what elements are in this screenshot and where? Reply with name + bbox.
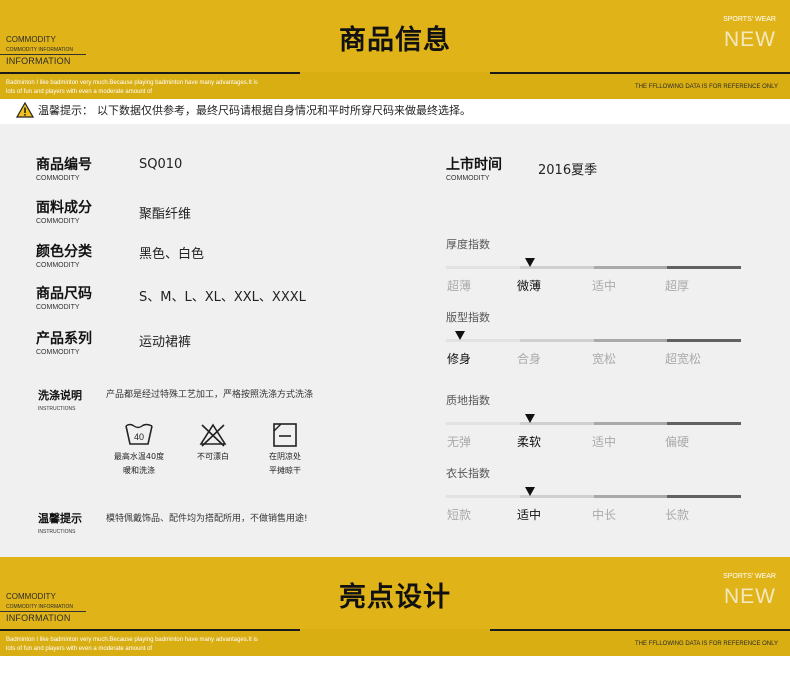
index-marker [525, 487, 535, 496]
index-option: 柔软 [517, 435, 542, 449]
index-option: 宽松 [592, 352, 617, 366]
index-bar-segment [667, 422, 741, 425]
index-marker [525, 414, 535, 423]
index-marker [455, 331, 465, 340]
dry-flat-shade-icon [273, 423, 297, 447]
index-title: 衣长指数 [446, 467, 490, 480]
index-bar-segment [667, 266, 741, 269]
info-label-size: 商品尺码 COMMODITY [36, 286, 92, 311]
info-label-series: 产品系列 COMMODITY [36, 331, 92, 356]
info-label-code: 商品编号 COMMODITY [36, 157, 92, 182]
section-title: 商品信息 [339, 25, 451, 56]
new-label: NEW [724, 585, 776, 608]
index-option: 超厚 [665, 279, 690, 293]
index-option: 适中 [592, 279, 617, 293]
index-bar-segment [667, 495, 741, 498]
warning-icon [16, 102, 34, 118]
index-option: 长款 [665, 508, 690, 522]
info-value-color: 黑色、白色 [139, 247, 205, 262]
index-bar-segment [667, 339, 741, 342]
info-value-material: 聚酯纤维 [139, 207, 192, 222]
index-title: 质地指数 [446, 394, 490, 407]
index-marker [525, 258, 535, 267]
info-label-color: 颜色分类 COMMODITY [36, 244, 92, 269]
tip-text: 模特佩戴饰品、配件均为搭配所用，不做销售用途! [106, 514, 308, 524]
divider [0, 72, 300, 74]
info-value-size: S、M、L、XL、XXL、XXXL [139, 290, 306, 305]
index-title: 厚度指数 [446, 238, 490, 251]
divider [490, 629, 790, 631]
index-bar [446, 495, 741, 498]
index-option: 适中 [592, 435, 617, 449]
index-bar-segment [446, 422, 520, 425]
divider [490, 72, 790, 74]
warning-label: 温馨提示： [38, 104, 93, 117]
index-bar-segment [593, 422, 668, 425]
index-option: 微薄 [517, 279, 542, 293]
info-value-code: SQ010 [139, 157, 183, 172]
banner-description: Badminton I like badminton very much.Bec… [6, 637, 258, 652]
warning-notice: 温馨提示： 以下数据仅供参考，最终尺码请根据自身情况和平时所穿尺码来做最终选择。 [16, 101, 471, 119]
information-label: INFORMATION [6, 613, 71, 623]
wash-item: 不可漂白 [180, 422, 246, 465]
warning-text: 以下数据仅供参考，最终尺码请根据自身情况和平时所穿尺码来做最终选择。 [97, 104, 471, 117]
wash-label: 洗涤说明 INSTRUCTIONS [38, 389, 82, 412]
wash-item: 40 最高水温40度 暖和洗涤 [104, 422, 174, 476]
tip-label: 温馨提示 INSTRUCTIONS [38, 512, 82, 535]
section-title: 亮点设计 [339, 582, 451, 613]
index-bar-segment [593, 266, 668, 269]
wash-temp-number: 40 [134, 432, 144, 442]
index-option: 超薄 [447, 279, 472, 293]
wash-40-icon: 40 [125, 423, 153, 445]
new-label: NEW [724, 28, 776, 51]
info-value-launch: 2016夏季 [538, 163, 598, 178]
index-option: 适中 [517, 508, 542, 522]
info-label-material: 面料成分 COMMODITY [36, 200, 92, 225]
index-bar-segment [593, 495, 668, 498]
index-bar [446, 339, 741, 342]
wash-description: 产品都是经过特殊工艺加工，严格按照洗涤方式洗涤 [106, 390, 314, 400]
index-bar [446, 266, 741, 269]
index-title: 版型指数 [446, 311, 490, 324]
info-value-series: 运动裙裤 [139, 335, 192, 350]
index-option: 无弹 [447, 435, 472, 449]
index-bar-segment [446, 495, 520, 498]
reference-note: THE FFLLOWING DATA IS FOR REFERENCE ONLY [634, 84, 778, 90]
info-label-launch: 上市时间 COMMODITY [446, 157, 502, 182]
product-info-panel: 商品编号 COMMODITY SQ010 面料成分 COMMODITY 聚酯纤维… [0, 124, 790, 557]
index-option: 短款 [447, 508, 472, 522]
wash-item: 在阴凉处 平摊晾干 [252, 422, 318, 476]
no-bleach-icon [199, 423, 227, 447]
reference-note: THE FFLLOWING DATA IS FOR REFERENCE ONLY [634, 641, 778, 647]
divider [0, 629, 300, 631]
index-bar-segment [593, 339, 668, 342]
index-bar-segment [446, 266, 520, 269]
index-option: 超宽松 [665, 352, 702, 366]
sports-wear-label: SPORTS’ WEAR [723, 16, 776, 23]
index-option: 合身 [517, 352, 542, 366]
index-bar-segment [519, 339, 594, 342]
information-label: INFORMATION [6, 56, 71, 66]
banner-description: Badminton I like badminton very much.Bec… [6, 80, 258, 95]
sports-wear-label: SPORTS’ WEAR [723, 573, 776, 580]
index-option: 中长 [592, 508, 617, 522]
index-option: 修身 [447, 352, 472, 366]
index-bar [446, 422, 741, 425]
index-option: 偏硬 [665, 435, 690, 449]
